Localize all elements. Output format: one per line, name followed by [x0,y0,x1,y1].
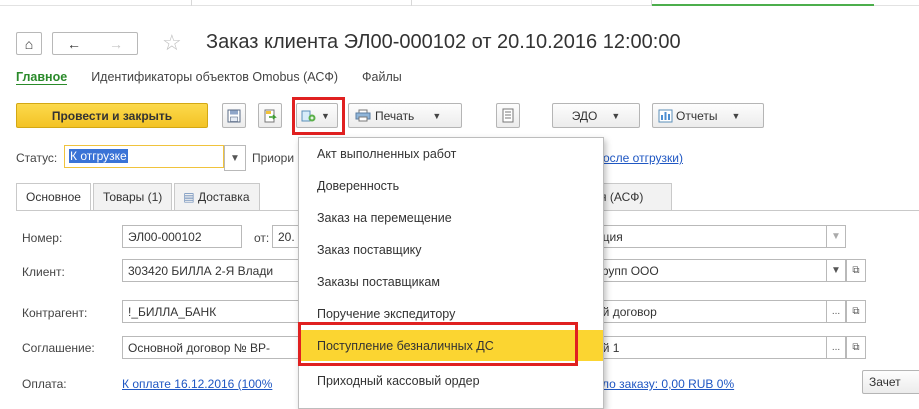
chevron-down-icon: ▼ [611,110,621,121]
top-strip-segment [0,0,192,6]
home-icon: ⌂ [24,35,34,52]
menu-item-highlight-frame [298,322,578,366]
printer-icon [355,109,371,122]
warehouse-field[interactable]: ий 1 [590,336,830,359]
menu-item-supplier-order[interactable]: Заказ поставщику [299,234,603,265]
ellipsis-icon: ... [831,342,841,353]
favorite-star-icon[interactable]: ☆ [162,30,182,56]
menu-item-supplier-orders[interactable]: Заказы поставщикам [299,266,603,297]
partner-dropdown-button[interactable]: ▼ [826,259,846,282]
home-button[interactable]: ⌂ [16,32,42,55]
form-tabs: Основное Товары (1) ▤ Доставка [16,183,262,211]
document-arrow-icon [264,109,277,122]
post-and-close-button[interactable]: Провести и закрыть [16,103,208,128]
status-dropdown-button[interactable]: ▼ [224,145,246,171]
section-tab-files[interactable]: Файлы [362,70,402,85]
top-strip-segment [192,0,412,6]
active-window-indicator [652,4,874,6]
warehouse-select-button[interactable]: ... [826,336,846,359]
open-icon: ⧉ [852,306,860,317]
top-tab-strip [0,0,919,6]
tab-main[interactable]: Основное [16,183,91,211]
menu-item-cash-receipt-order[interactable]: Приходный кассовый ордер [299,365,603,396]
top-strip-segment [412,0,652,6]
chevron-down-icon: ▼ [831,265,841,276]
order-payment-link[interactable]: ло заказу: 0,00 RUB 0% [602,377,734,391]
status-value: К отгрузке [69,149,128,163]
contractor-label: Контрагент: [22,306,88,320]
contract-field[interactable]: ой договор [590,300,830,323]
section-tab-omobus[interactable]: Идентификаторы объектов Omobus (АСФ) [91,70,338,85]
back-arrow-icon[interactable]: ← [67,36,81,52]
chevron-down-icon: ▼ [731,110,741,121]
agreement-label: Соглашение: [22,341,95,355]
open-icon: ⧉ [852,342,860,353]
chevron-down-icon: ▼ [230,152,240,164]
save-icon [227,109,241,122]
tab-delivery-label: Доставка [197,190,250,204]
organization-dropdown-button[interactable]: ▼ [826,225,846,248]
number-field[interactable]: ЭЛ00-000102 [122,225,242,248]
payment-label: Оплата: [22,377,67,391]
forward-arrow-icon[interactable]: → [109,36,123,52]
agreement-field[interactable]: Основной договор № ВР- [122,336,302,359]
contract-open-button[interactable]: ⧉ [846,300,866,323]
menu-item-transfer-order[interactable]: Заказ на перемещение [299,202,603,233]
section-tab-main[interactable]: Главное [16,70,68,85]
create-based-on-button[interactable] [258,103,282,128]
reports-button[interactable]: Отчеты ▼ [652,103,764,128]
page-title: Заказ клиента ЭЛ00-000102 от 20.10.2016 … [206,31,681,53]
tab-delivery[interactable]: ▤ Доставка [174,183,260,210]
section-tabs: Главное Идентификаторы объектов Omobus (… [16,70,426,85]
structure-button[interactable] [496,103,520,128]
warehouse-open-button[interactable]: ⧉ [846,336,866,359]
history-nav: ← → [52,32,138,55]
priority-label: Приори [252,151,295,165]
status-label: Статус: [16,151,58,165]
print-label: Печать [375,108,415,123]
related-documents-highlight-frame [292,97,345,135]
payment-link[interactable]: К оплате 16.12.2016 (100% [122,377,272,391]
chevron-down-icon: ▼ [432,110,442,121]
edo-label: ЭДО [571,108,598,123]
reports-label: Отчеты [676,108,718,123]
related-documents-menu: Акт выполненных работ Доверенность Заказ… [298,137,604,409]
partner-open-button[interactable]: ⧉ [846,259,866,282]
save-button[interactable] [222,103,246,128]
chevron-down-icon: ▼ [831,231,841,242]
contractor-field[interactable]: !_БИЛЛА_БАНК [122,300,302,323]
open-icon: ⧉ [852,265,860,276]
from-label: от: [254,231,270,245]
contract-select-button[interactable]: ... [826,300,846,323]
reports-icon [658,109,673,122]
partner-field[interactable]: Групп ООО [590,259,830,282]
edo-button[interactable]: ЭДО ▼ [552,103,640,128]
status-link[interactable]: осле отгрузки) [603,151,683,165]
comment-icon: ▤ [183,190,195,204]
client-label: Клиент: [22,265,65,279]
offset-button[interactable]: Зачет [862,370,919,394]
tab-goods[interactable]: Товары (1) [92,183,173,210]
menu-item-power-of-attorney[interactable]: Доверенность [299,170,603,201]
menu-item-act[interactable]: Акт выполненных работ [299,138,603,169]
list-document-icon [502,108,514,123]
menu-item-sales[interactable]: Реализация товаров и услуг [299,397,603,408]
status-select[interactable]: К отгрузке [64,145,224,168]
client-field[interactable]: 303420 БИЛЛА 2-Я Влади [122,259,302,282]
number-label: Номер: [22,231,63,245]
print-button[interactable]: Печать ▼ [348,103,462,128]
organization-field[interactable]: ация [590,225,846,248]
ellipsis-icon: ... [831,306,841,317]
